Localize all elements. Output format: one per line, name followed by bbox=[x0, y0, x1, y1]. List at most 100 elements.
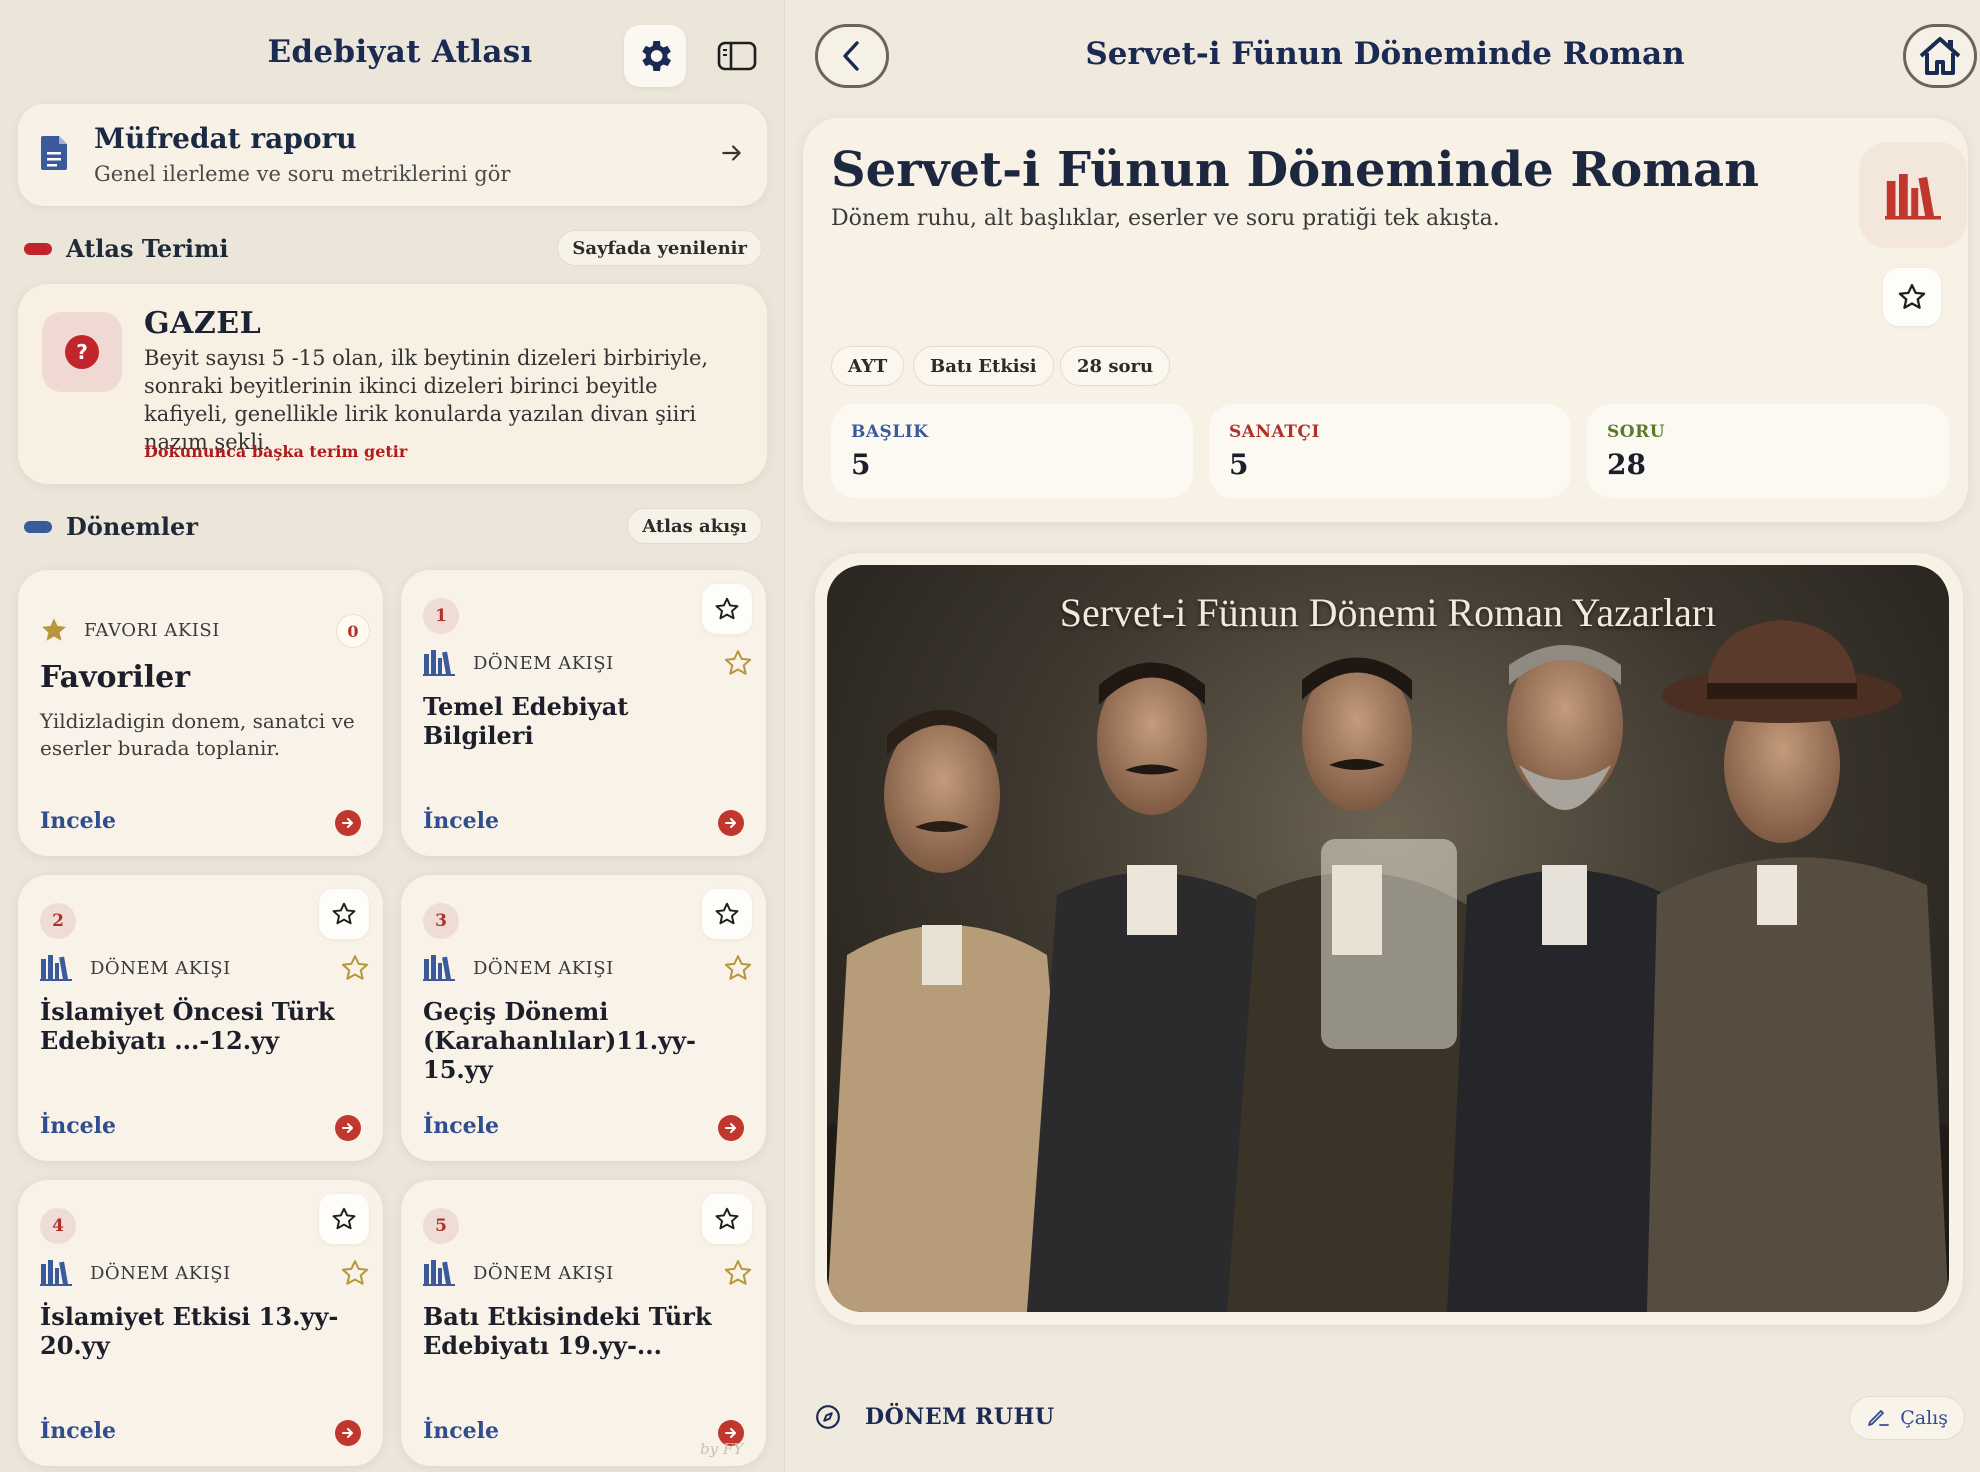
favorites-description: Yildizladigin donem, sanatci ve eserler … bbox=[40, 709, 355, 760]
byline: by FY bbox=[700, 1440, 744, 1458]
stat-card: BAŞLIK 5 bbox=[831, 404, 1193, 498]
inspect-link[interactable]: Incele bbox=[40, 808, 116, 834]
document-icon bbox=[41, 136, 67, 170]
arrow-right-icon bbox=[725, 1123, 736, 1133]
star-outline-icon[interactable] bbox=[723, 1258, 753, 1288]
go-button[interactable] bbox=[335, 1420, 361, 1446]
favorite-button[interactable] bbox=[319, 889, 369, 939]
tag-chip: AYT bbox=[831, 346, 905, 386]
favorites-title: Favoriler bbox=[40, 660, 191, 695]
term-hint: Dokununca başka terim getir bbox=[144, 442, 408, 461]
pencil-icon bbox=[1868, 1410, 1890, 1426]
star-outline-icon[interactable] bbox=[340, 953, 370, 983]
stat-label: SORU bbox=[1607, 422, 1666, 442]
star-outline-icon bbox=[715, 1207, 739, 1230]
stat-card: SORU 28 bbox=[1587, 404, 1949, 498]
inspect-link[interactable]: İncele bbox=[40, 1113, 116, 1139]
settings-button[interactable] bbox=[624, 25, 686, 87]
go-button[interactable] bbox=[335, 1115, 361, 1141]
period-card[interactable]: 1 DÖNEM AKIŞI Temel Edebiyat Bilgileri İ… bbox=[401, 570, 766, 856]
study-button-label: Çalış bbox=[1900, 1407, 1948, 1429]
sidebar-header: Edebiyat Atlası bbox=[0, 0, 784, 104]
curriculum-report-card[interactable]: Müfredat raporu Genel ilerleme ve soru m… bbox=[18, 104, 767, 206]
page-title: Servet-i Fünun Döneminde Roman bbox=[1085, 36, 1685, 72]
report-subtitle: Genel ilerleme ve soru metriklerini gör bbox=[94, 162, 511, 186]
period-title: İslamiyet Öncesi Türk Edebiyatı ...-12.y… bbox=[40, 997, 335, 1055]
star-outline-icon[interactable] bbox=[723, 648, 753, 678]
report-title: Müfredat raporu bbox=[94, 122, 357, 155]
group-portrait-image: Servet-i Fünun Dönemi Roman Yazarları bbox=[827, 565, 1949, 1312]
period-title: İslamiyet Etkisi 13.yy-20.yy bbox=[40, 1302, 339, 1360]
favorite-button[interactable] bbox=[702, 584, 752, 634]
period-card[interactable]: 3 DÖNEM AKIŞI Geçiş Dönemi (Karahanlılar… bbox=[401, 875, 766, 1161]
star-outline-icon[interactable] bbox=[723, 953, 753, 983]
inspect-link[interactable]: İncele bbox=[423, 808, 499, 834]
period-kicker-row: DÖNEM AKIŞI bbox=[423, 648, 753, 678]
hero-subtitle: Dönem ruhu, alt başlıklar, eserler ve so… bbox=[831, 206, 1500, 231]
period-number-badge: 3 bbox=[423, 903, 459, 939]
arrow-right-icon bbox=[722, 145, 741, 161]
svg-text:?: ? bbox=[76, 340, 88, 364]
go-button[interactable] bbox=[718, 810, 744, 836]
books-icon bbox=[423, 955, 455, 981]
go-button[interactable] bbox=[335, 810, 361, 836]
period-kicker-row: DÖNEM AKIŞI bbox=[423, 1258, 753, 1288]
hero-title: Servet-i Fünun Döneminde Roman bbox=[831, 142, 1760, 198]
period-title: Geçiş Dönemi (Karahanlılar)11.yy-15.yy bbox=[423, 997, 696, 1084]
main-panel: Servet-i Fünun Döneminde Roman Servet-i … bbox=[785, 0, 1980, 1472]
star-outline-icon bbox=[715, 597, 739, 620]
period-card[interactable]: 4 DÖNEM AKIŞI İslamiyet Etkisi 13.yy-20.… bbox=[18, 1180, 383, 1466]
section-marker bbox=[24, 521, 52, 533]
home-icon bbox=[1919, 37, 1961, 75]
go-button[interactable] bbox=[718, 1115, 744, 1141]
gear-icon bbox=[642, 41, 671, 71]
period-card[interactable]: 5 DÖNEM AKIŞI Batı Etkisindeki Türk Edeb… bbox=[401, 1180, 766, 1466]
term-title: GAZEL bbox=[144, 306, 262, 341]
books-icon bbox=[423, 650, 455, 676]
period-hero-card: Servet-i Fünun Döneminde Roman Dönem ruh… bbox=[803, 118, 1968, 522]
tag-chip: Batı Etkisi bbox=[913, 346, 1054, 386]
period-kicker-row: DÖNEM AKIŞI bbox=[40, 1258, 370, 1288]
inspect-link[interactable]: İncele bbox=[40, 1418, 116, 1444]
period-number-badge: 2 bbox=[40, 903, 76, 939]
atlas-term-card[interactable]: ? GAZEL Beyit sayısı 5 -15 olan, ilk bey… bbox=[18, 284, 767, 484]
books-icon bbox=[40, 1260, 72, 1286]
favorite-button[interactable] bbox=[319, 1194, 369, 1244]
inspect-link[interactable]: İncele bbox=[423, 1418, 499, 1444]
compass-icon bbox=[816, 1405, 840, 1429]
period-kicker: DÖNEM AKIŞI bbox=[473, 1263, 614, 1284]
star-outline-icon bbox=[332, 902, 356, 925]
arrow-right-icon bbox=[725, 818, 736, 828]
stat-label: BAŞLIK bbox=[851, 422, 929, 442]
favorite-button[interactable] bbox=[702, 1194, 752, 1244]
refresh-badge: Sayfada yenilenir bbox=[557, 230, 762, 266]
stat-card: SANATÇI 5 bbox=[1209, 404, 1571, 498]
back-button[interactable] bbox=[815, 24, 889, 88]
arrow-right-icon bbox=[342, 1123, 353, 1133]
period-card[interactable]: 2 DÖNEM AKIŞI İslamiyet Öncesi Türk Edeb… bbox=[18, 875, 383, 1161]
books-icon bbox=[40, 955, 72, 981]
star-outline-icon[interactable] bbox=[340, 1258, 370, 1288]
term-description: Beyit sayısı 5 -15 olan, ilk beytinin di… bbox=[144, 346, 709, 454]
favorite-button[interactable] bbox=[1883, 268, 1941, 326]
period-title: Batı Etkisindeki Türk Edebiyatı 19.yy-..… bbox=[423, 1302, 712, 1360]
favorites-kicker-row: FAVORI AKISI 0 bbox=[40, 614, 370, 648]
app-title: Edebiyat Atlası bbox=[267, 34, 533, 70]
home-button[interactable] bbox=[1903, 24, 1977, 88]
stat-value: 28 bbox=[1607, 448, 1646, 481]
period-kicker-row: DÖNEM AKIŞI bbox=[423, 953, 753, 983]
favorites-count-badge: 0 bbox=[336, 614, 370, 648]
section-title: Atlas Terimi bbox=[66, 234, 229, 263]
section-marker bbox=[24, 243, 52, 255]
inspect-link[interactable]: İncele bbox=[423, 1113, 499, 1139]
photo-caption: Servet-i Fünun Dönemi Roman Yazarları bbox=[1059, 590, 1717, 635]
books-icon bbox=[1885, 174, 1941, 220]
period-kicker: DÖNEM AKIŞI bbox=[90, 1263, 231, 1284]
toggle-sidebar-button[interactable] bbox=[714, 36, 760, 76]
period-number-badge: 4 bbox=[40, 1208, 76, 1244]
favorite-button[interactable] bbox=[702, 889, 752, 939]
study-button[interactable]: Çalış bbox=[1849, 1396, 1965, 1440]
star-filled-icon bbox=[42, 618, 66, 641]
favorites-card[interactable]: FAVORI AKISI 0 Favoriler Yildizladigin d… bbox=[18, 570, 383, 856]
arrow-right-icon bbox=[342, 1428, 353, 1438]
